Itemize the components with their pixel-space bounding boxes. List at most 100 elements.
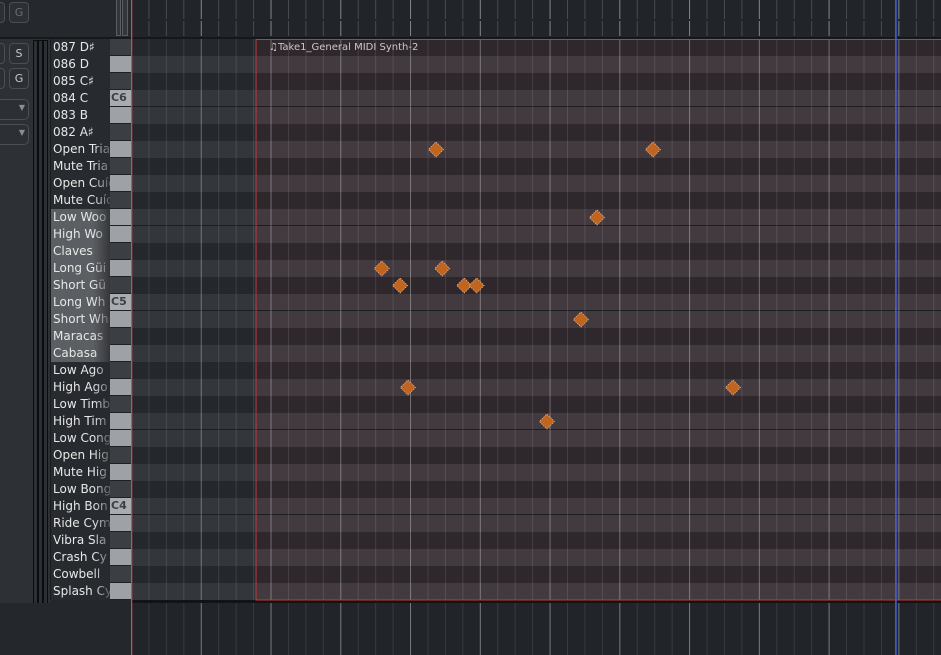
note-label[interactable]: 086 D xyxy=(51,56,110,73)
note-label[interactable]: Cabasa xyxy=(51,345,110,362)
grid-row-outside-pattern xyxy=(131,158,257,175)
channel-dropdown[interactable]: ▼ xyxy=(0,124,29,145)
piano-key-white[interactable] xyxy=(110,141,131,157)
piano-key-white[interactable] xyxy=(110,583,131,599)
piano-key-black[interactable] xyxy=(110,362,131,378)
partial-toolbar-button[interactable] xyxy=(0,2,5,23)
note-label[interactable]: High Tim xyxy=(51,413,110,430)
piano-key-white[interactable]: C4 xyxy=(110,498,131,514)
piano-key-black[interactable] xyxy=(110,447,131,463)
piano-key-black[interactable] xyxy=(110,396,131,412)
octave-label: C5 xyxy=(111,295,127,308)
piano-key-black[interactable] xyxy=(110,192,131,208)
grid-row-outside-pattern xyxy=(131,413,257,430)
piano-key-white[interactable]: C6 xyxy=(110,90,131,106)
piano-key-white[interactable]: C5 xyxy=(110,294,131,310)
note-label[interactable]: Low Bong xyxy=(51,481,110,498)
piano-key-white[interactable] xyxy=(110,209,131,225)
note-label[interactable]: Vibra Sla xyxy=(51,532,110,549)
piano-key-white[interactable] xyxy=(110,107,131,123)
note-label[interactable]: Short Gü xyxy=(51,277,110,294)
piano-key-white[interactable] xyxy=(110,515,131,531)
note-label[interactable]: 083 B xyxy=(51,107,110,124)
note-label[interactable]: 084 C xyxy=(51,90,110,107)
timeline-ruler[interactable] xyxy=(131,0,941,37)
note-label[interactable]: Maracas xyxy=(51,328,110,345)
note-label[interactable]: Low Timb xyxy=(51,396,110,413)
note-label[interactable]: Short Wh xyxy=(51,311,110,328)
piano-key-white[interactable] xyxy=(110,311,131,327)
note-label[interactable]: Mute Tria xyxy=(51,158,110,175)
piano-key-black[interactable] xyxy=(110,243,131,259)
piano-roll-grid[interactable]: ♫Take1_General MIDI Synth-2 xyxy=(131,0,941,655)
piano-key-white[interactable] xyxy=(110,430,131,446)
pattern-row xyxy=(256,498,941,515)
note-label[interactable]: 082 A♯ xyxy=(51,124,110,141)
pattern-row xyxy=(256,362,941,379)
piano-key-white[interactable] xyxy=(110,549,131,565)
partial-button[interactable] xyxy=(0,68,5,89)
grid-row-outside-pattern xyxy=(131,209,257,226)
grid-row-outside-pattern xyxy=(131,566,257,583)
note-label[interactable]: Splash Cy xyxy=(51,583,110,600)
note-label[interactable]: Open Tria xyxy=(51,141,110,158)
note-label[interactable]: High Ago xyxy=(51,379,110,396)
group-button[interactable]: G xyxy=(9,68,29,89)
note-label[interactable]: 085 C♯ xyxy=(51,73,110,90)
piano-key-white[interactable] xyxy=(110,226,131,242)
automation-area[interactable] xyxy=(131,603,941,655)
piano-key-black[interactable] xyxy=(110,124,131,140)
piano-key-white[interactable] xyxy=(110,379,131,395)
piano-key-white[interactable] xyxy=(110,260,131,276)
note-label[interactable]: Crash Cy xyxy=(51,549,110,566)
pattern-row xyxy=(256,566,941,583)
chevron-down-icon: ▼ xyxy=(18,103,25,112)
note-label[interactable]: Ride Cym xyxy=(51,515,110,532)
grid-row-outside-pattern xyxy=(131,56,257,73)
level-meter xyxy=(43,40,48,604)
note-label[interactable]: Low Ago xyxy=(51,362,110,379)
note-label[interactable]: High Wo xyxy=(51,226,110,243)
piano-key-white[interactable] xyxy=(110,464,131,480)
note-label[interactable]: Claves xyxy=(51,243,110,260)
grid-row-outside-pattern xyxy=(131,39,257,56)
piano-key-black[interactable] xyxy=(110,73,131,89)
piano-key-white[interactable] xyxy=(110,56,131,72)
note-label[interactable]: Open Hig xyxy=(51,447,110,464)
pattern-row xyxy=(256,158,941,175)
instrument-dropdown[interactable]: ▼ xyxy=(0,99,29,120)
bottom-left-area xyxy=(0,603,131,655)
note-label[interactable]: High Bon xyxy=(51,498,110,515)
piano-key-black[interactable] xyxy=(110,328,131,344)
pattern-row xyxy=(256,124,941,141)
piano-key-white[interactable] xyxy=(110,413,131,429)
piano-key-black[interactable] xyxy=(110,158,131,174)
piano-key-black[interactable] xyxy=(110,532,131,548)
note-label[interactable]: 087 D♯ xyxy=(51,39,110,56)
piano-key-white[interactable] xyxy=(110,345,131,361)
note-label[interactable]: Open Cuíc xyxy=(51,175,110,192)
piano-key-black[interactable] xyxy=(110,277,131,293)
note-label[interactable]: Mute Hig xyxy=(51,464,110,481)
note-label[interactable]: Long Güi xyxy=(51,260,110,277)
piano-key-black[interactable] xyxy=(110,39,131,55)
note-label[interactable]: Mute Cuíc xyxy=(51,192,110,209)
piano-key-white[interactable] xyxy=(110,175,131,191)
note-label[interactable]: Cowbell xyxy=(51,566,110,583)
note-label[interactable]: Low Woo xyxy=(51,209,110,226)
piano-key-black[interactable] xyxy=(110,566,131,582)
solo-button[interactable]: S xyxy=(9,43,29,64)
pattern-row xyxy=(256,175,941,192)
toolbar-meter-right xyxy=(122,0,128,36)
grid-row-outside-pattern xyxy=(131,583,257,600)
pattern-row xyxy=(256,226,941,243)
note-label[interactable]: Long Wh xyxy=(51,294,110,311)
partial-mute-button[interactable] xyxy=(0,43,5,64)
toolbar-meter-left xyxy=(116,0,121,36)
grid-row-outside-pattern xyxy=(131,430,257,447)
pattern-row xyxy=(256,192,941,209)
note-label[interactable]: Low Cong xyxy=(51,430,110,447)
grid-row-outside-pattern xyxy=(131,243,257,260)
toolbar-group-button[interactable]: G xyxy=(9,2,29,23)
piano-key-black[interactable] xyxy=(110,481,131,497)
